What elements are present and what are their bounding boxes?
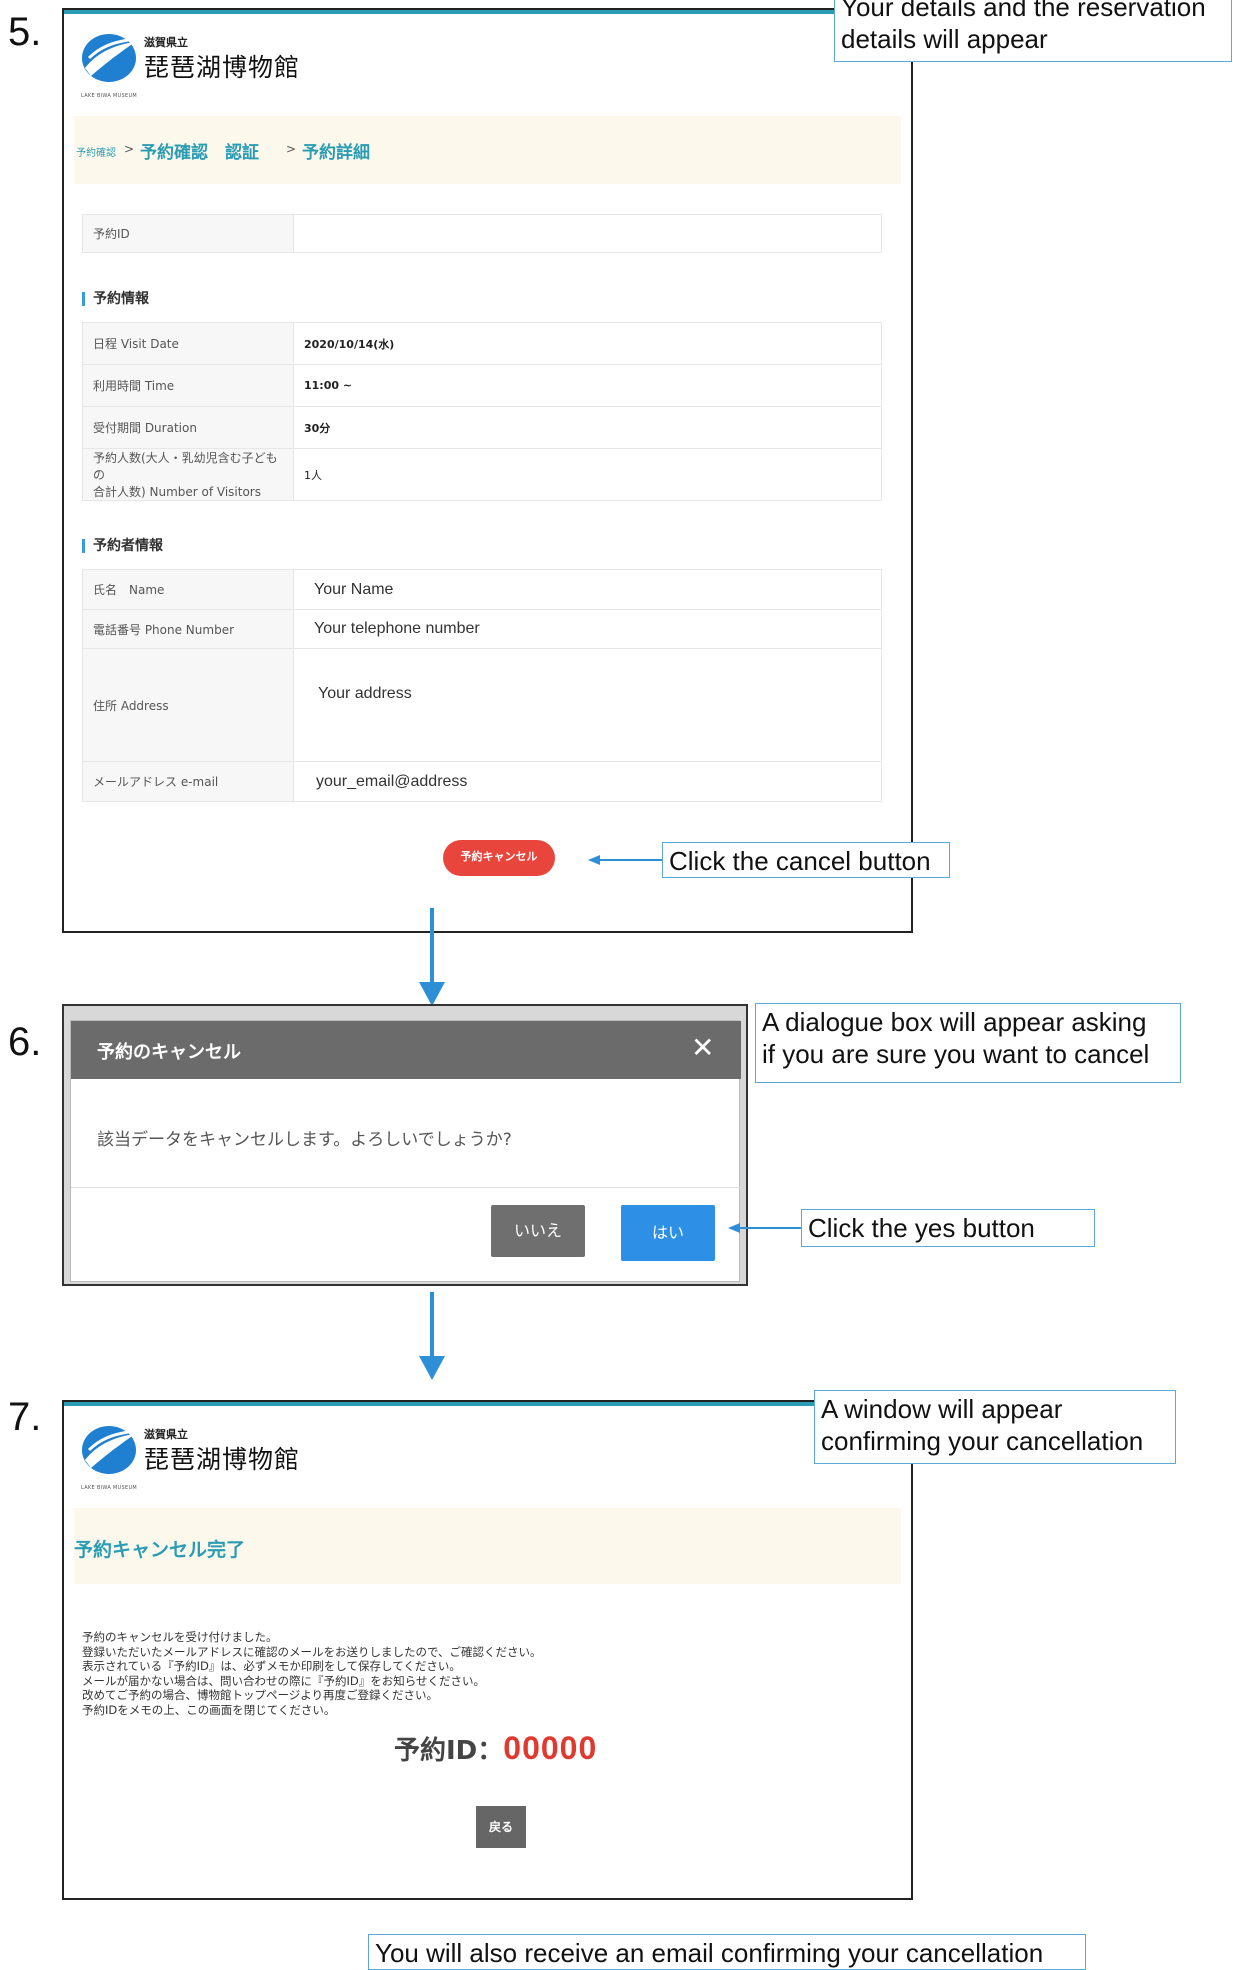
step-number-7: 7. — [8, 1395, 42, 1439]
visitors-label-line2: 合計人数) Number of Visitors — [93, 485, 261, 499]
callout-details-line1: Your details and the reservation — [841, 0, 1206, 22]
time-value: 11:00 ~ — [293, 364, 882, 407]
step-number-6: 6. — [8, 1020, 42, 1064]
reservation-id-value — [293, 214, 882, 253]
logo-name: 琵琶湖博物館 — [144, 1445, 301, 1474]
visitors-label: 予約人数(大人・乳幼児含む子どもの 合計人数) Number of Visito… — [82, 448, 294, 501]
table-row: 予約人数(大人・乳幼児含む子どもの 合計人数) Number of Visito… — [82, 448, 882, 501]
callout-cancel-text: Click the cancel button — [669, 846, 931, 876]
breadcrumb-details: 予約詳細 — [302, 143, 370, 163]
email-value: your_email@address — [293, 761, 882, 802]
name-value: Your Name — [293, 569, 882, 610]
time-label: 利用時間 Time — [82, 364, 294, 407]
flow-arrow-shaft — [430, 1292, 434, 1362]
visitors-value: 1人 — [293, 448, 882, 501]
message-line: 表示されている『予約ID』は、必ずメモか印刷をして保存してください。 — [82, 1659, 461, 1673]
booker-info-table: 氏名 Name Your Name 電話番号 Phone Number Your… — [82, 569, 882, 802]
cancel-reservation-button[interactable]: 予約キャンセル — [443, 840, 555, 876]
callout-window-line2: confirming your cancellation — [821, 1426, 1144, 1456]
reservation-id-table: 予約ID — [82, 214, 882, 253]
logo-english: LAKE BIWA MUSEUM — [81, 93, 138, 99]
name-label: 氏名 Name — [82, 569, 294, 610]
visit-date-label: 日程 Visit Date — [82, 322, 294, 365]
flow-arrow-shaft — [430, 908, 434, 988]
reservation-info-table: 日程 Visit Date 2020/10/14(水) 利用時間 Time 11… — [82, 322, 882, 501]
table-row: 電話番号 Phone Number Your telephone number — [82, 609, 882, 649]
cancellation-complete-screen: 滋賀県立 琵琶湖博物館 LAKE BIWA MUSEUM 予約キャンセル完了 予… — [62, 1400, 913, 1900]
booker-info-heading: 予約者情報 — [82, 539, 163, 553]
table-row: 氏名 Name Your Name — [82, 569, 882, 610]
accent-bar — [64, 1402, 911, 1406]
step-number-5: 5. — [8, 10, 42, 54]
table-row: 住所 Address Your address — [82, 648, 882, 762]
message-line: メールが届かない場合は、問い合わせの際に『予約ID』をお知らせください。 — [82, 1673, 486, 1688]
reservation-id-label: 予約ID — [82, 214, 294, 253]
callout-yes: Click the yes button — [801, 1209, 1095, 1247]
breadcrumb-confirm-auth[interactable]: 予約確認 認証 — [140, 138, 259, 163]
title-band: 予約キャンセル完了 — [74, 1508, 901, 1584]
confirmation-message: 予約のキャンセルを受け付けました。 登録いただいたメールアドレスに確認のメールを… — [82, 1630, 542, 1717]
callout-yes-text: Click the yes button — [808, 1213, 1035, 1243]
dialog-message: 該当データをキャンセルします。よろしいでしょうか? — [97, 1130, 512, 1150]
accent-bar — [64, 10, 911, 14]
callout-window: A window will appear confirming your can… — [814, 1390, 1176, 1464]
confirmation-panel: 予約のキャンセルを受け付けました。 登録いただいたメールアドレスに確認のメールを… — [74, 1586, 901, 1886]
table-row: メールアドレス e-mail your_email@address — [82, 761, 882, 802]
address-value: Your address — [293, 648, 882, 762]
callout-dialogue: A dialogue box will appear asking if you… — [755, 1003, 1181, 1083]
museum-logo-icon — [82, 34, 136, 82]
breadcrumb-separator: > — [124, 142, 135, 156]
phone-label: 電話番号 Phone Number — [82, 609, 294, 649]
details-panel: 予約ID 予約情報 日程 Visit Date 2020/10/14(水) 利用… — [74, 188, 901, 923]
callout-details-line2: details will appear — [841, 24, 1048, 54]
cancel-dialog: 予約のキャンセル ✕ 該当データをキャンセルします。よろしいでしょうか? いいえ… — [70, 1020, 741, 1282]
table-row: 日程 Visit Date 2020/10/14(水) — [82, 322, 882, 365]
callout-email-text: You will also receive an email confirmin… — [375, 1938, 1044, 1968]
breadcrumb-root[interactable]: 予約確認 — [76, 144, 116, 159]
table-row: 予約ID — [82, 214, 882, 253]
flow-arrow-down-icon — [419, 982, 445, 1006]
reservation-id-value: 00000 — [503, 1730, 598, 1766]
reservation-info-heading: 予約情報 — [82, 292, 149, 306]
duration-label: 受付期間 Duration — [82, 406, 294, 449]
dialog-title: 予約のキャンセル — [97, 1042, 241, 1063]
logo-english: LAKE BIWA MUSEUM — [81, 1485, 138, 1491]
reservation-details-screen: 滋賀県立 琵琶湖博物館 LAKE BIWA MUSEUM 予約確認 > 予約確認… — [62, 8, 913, 933]
callout-details: Your details and the reservation details… — [834, 0, 1232, 62]
reservation-id-display: 予約ID：00000 — [394, 1730, 597, 1767]
pointer-arrow-icon — [728, 1223, 804, 1233]
visit-date-value: 2020/10/14(水) — [293, 322, 882, 365]
callout-dialogue-line2: if you are sure you want to cancel — [762, 1039, 1150, 1069]
dialog-divider — [71, 1187, 741, 1188]
phone-value: Your telephone number — [293, 609, 882, 649]
close-icon[interactable]: ✕ — [691, 1031, 714, 1064]
callout-email: You will also receive an email confirmin… — [368, 1934, 1086, 1970]
message-line: 予約IDをメモの上、この画面を閉じてください。 — [82, 1702, 336, 1717]
callout-cancel: Click the cancel button — [662, 842, 950, 878]
flow-arrow-down-icon — [419, 1356, 445, 1380]
message-line: 改めてご予約の場合、博物館トップページより再度ご登録ください。 — [82, 1688, 439, 1702]
message-line: 予約のキャンセルを受け付けました。 — [82, 1630, 278, 1644]
pointer-arrow-icon — [588, 855, 664, 865]
back-button[interactable]: 戻る — [476, 1806, 526, 1848]
callout-window-line1: A window will appear — [821, 1394, 1063, 1424]
dialog-screenshot: 予約のキャンセル ✕ 該当データをキャンセルします。よろしいでしょうか? いいえ… — [62, 1004, 748, 1286]
breadcrumb: 予約確認 > 予約確認 認証 > 予約詳細 — [74, 116, 901, 184]
logo-name: 琵琶湖博物館 — [144, 53, 301, 82]
duration-value: 30分 — [293, 406, 882, 449]
address-label: 住所 Address — [82, 648, 294, 762]
page-title: 予約キャンセル完了 — [74, 1539, 246, 1561]
yes-button[interactable]: はい — [621, 1205, 715, 1261]
table-row: 利用時間 Time 11:00 ~ — [82, 364, 882, 407]
dialog-header: 予約のキャンセル ✕ — [71, 1021, 741, 1079]
table-row: 受付期間 Duration 30分 — [82, 406, 882, 449]
breadcrumb-separator: > — [286, 142, 297, 156]
reservation-id-label: 予約ID： — [394, 1736, 504, 1766]
museum-logo-icon — [82, 1426, 136, 1474]
message-line: 登録いただいたメールアドレスに確認のメールをお送りしましたので、ご確認ください。 — [82, 1644, 542, 1659]
visitors-label-line1: 予約人数(大人・乳幼児含む子どもの — [93, 451, 278, 482]
callout-dialogue-line1: A dialogue box will appear asking — [762, 1007, 1147, 1037]
no-button[interactable]: いいえ — [491, 1205, 585, 1257]
email-label: メールアドレス e-mail — [82, 761, 294, 802]
